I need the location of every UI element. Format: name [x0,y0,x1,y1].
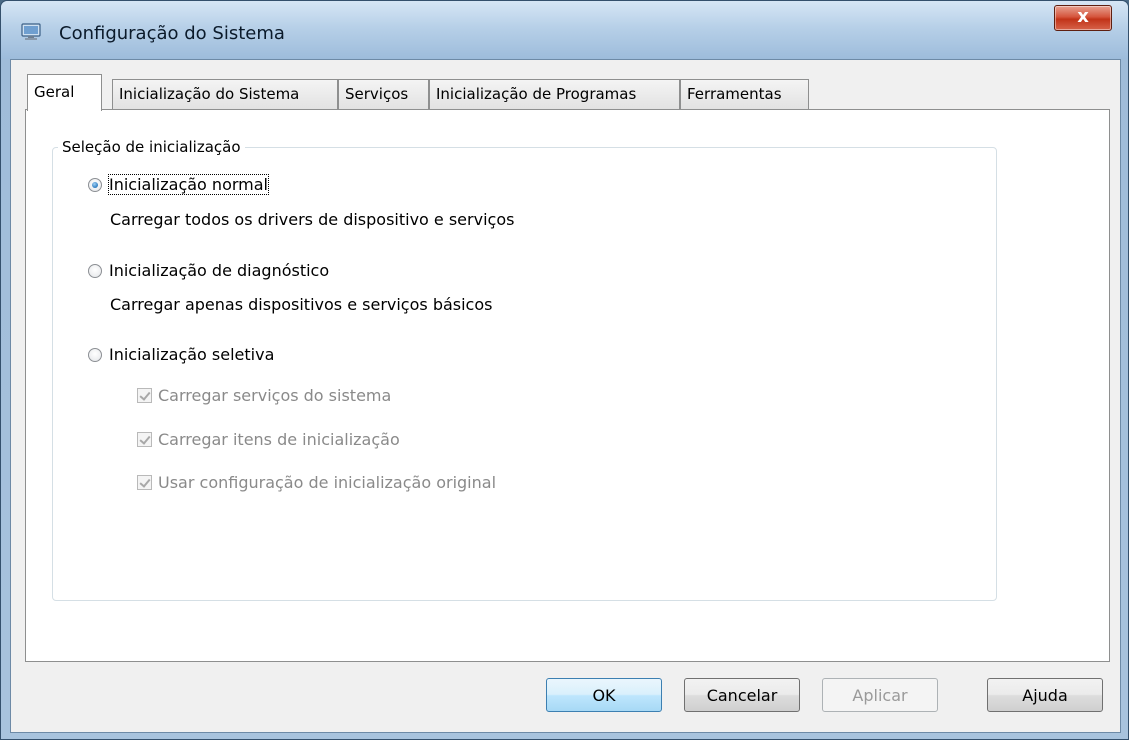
radio-normal-startup[interactable]: Inicialização normal [88,174,269,195]
tab-geral[interactable]: Geral [27,74,102,111]
close-button[interactable]: x [1054,5,1112,31]
checkbox-load-system-services[interactable]: Carregar serviços do sistema [137,386,391,405]
checkbox-checked-icon[interactable] [137,432,152,447]
checkbox-label: Carregar itens de inicialização [158,430,400,449]
tab-inicializacao-de-programas[interactable]: Inicialização de Programas [429,79,680,109]
tab-ferramentas[interactable]: Ferramentas [680,79,809,109]
checkbox-load-startup-items[interactable]: Carregar itens de inicialização [137,430,400,449]
radio-label: Inicialização de diagnóstico [109,261,330,280]
groupbox-title: Seleção de inicialização [58,138,245,156]
checkbox-use-original-boot-config[interactable]: Usar configuração de inicialização origi… [137,473,496,492]
radio-selective-startup[interactable]: Inicialização seletiva [88,345,274,364]
tab-label: Inicialização do Sistema [119,85,300,103]
radio-button[interactable] [88,263,102,278]
tab-label: Inicialização de Programas [436,85,637,103]
title-bar[interactable]: Configuração do Sistema x [1,1,1128,59]
option-description: Carregar apenas dispositivos e serviços … [110,295,493,314]
checkbox-checked-icon[interactable] [137,475,152,490]
radio-button[interactable] [88,347,102,362]
help-button[interactable]: Ajuda [987,678,1103,712]
tab-label: Serviços [345,85,409,103]
ok-button[interactable]: OK [546,678,662,712]
tab-label: Geral [34,83,75,101]
radio-label: Inicialização normal [108,174,269,195]
checkbox-checked-icon[interactable] [137,388,152,403]
close-icon: x [1077,6,1089,27]
checkbox-label: Usar configuração de inicialização origi… [158,473,497,492]
radio-button-checked[interactable] [88,177,102,192]
dialog-window: Configuração do Sistema x Geral Iniciali… [0,0,1129,740]
tab-inicializacao-do-sistema[interactable]: Inicialização do Sistema [112,79,338,109]
tab-strip: Geral Inicialização do Sistema Serviços … [11,60,1120,111]
cancel-button[interactable]: Cancelar [684,678,800,712]
radio-label: Inicialização seletiva [109,345,275,364]
dialog-client-area: Geral Inicialização do Sistema Serviços … [10,59,1121,733]
tab-servicos[interactable]: Serviços [338,79,429,109]
option-description: Carregar todos os drivers de dispositivo… [110,210,515,229]
radio-diagnostic-startup[interactable]: Inicialização de diagnóstico [88,261,329,280]
apply-button[interactable]: Aplicar [822,678,938,712]
checkbox-label: Carregar serviços do sistema [158,386,392,405]
tab-panel-geral: Seleção de inicialização Inicialização n… [25,109,1110,662]
window-title: Configuração do Sistema [59,23,285,44]
system-config-icon [21,23,41,40]
tab-label: Ferramentas [687,85,782,103]
